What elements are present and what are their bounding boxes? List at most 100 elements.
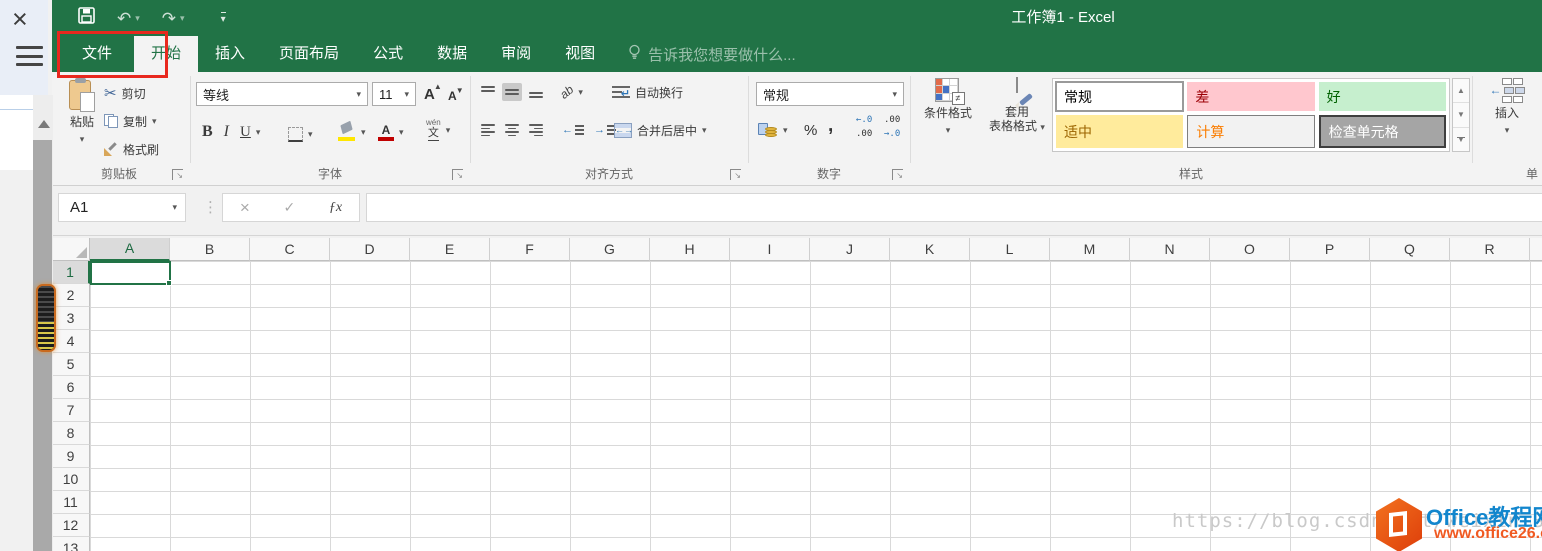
tab-审阅[interactable]: 审阅 bbox=[484, 36, 548, 72]
paste-dropdown-icon[interactable]: ▾ bbox=[80, 132, 85, 146]
row-header-5[interactable]: 5 bbox=[52, 353, 90, 376]
percent-style-button[interactable]: % bbox=[804, 118, 817, 142]
customize-qat-icon[interactable]: ▾ bbox=[220, 11, 226, 25]
column-header-A[interactable]: A bbox=[90, 238, 170, 261]
row-header-11[interactable]: 11 bbox=[52, 491, 90, 514]
orientation-button[interactable]: ab ▾ bbox=[557, 80, 583, 104]
comma-style-button[interactable]: , bbox=[828, 114, 833, 138]
tab-页面布局[interactable]: 页面布局 bbox=[262, 36, 356, 72]
cell-style-常规[interactable]: 常规 bbox=[1054, 81, 1185, 112]
fill-color-dropdown-icon[interactable]: ▾ bbox=[361, 127, 366, 138]
column-header-E[interactable]: E bbox=[410, 238, 490, 261]
row-header-4[interactable]: 4 bbox=[52, 330, 90, 353]
column-header-J[interactable]: J bbox=[810, 238, 890, 261]
row-header-3[interactable]: 3 bbox=[52, 307, 90, 330]
row-header-1[interactable]: 1 bbox=[52, 261, 90, 284]
increase-indent-icon[interactable]: → bbox=[594, 124, 616, 136]
formula-bar-drag-handle[interactable]: ⋮ bbox=[203, 198, 218, 216]
copy-dropdown-icon[interactable]: ▾ bbox=[152, 116, 157, 127]
column-header-L[interactable]: L bbox=[970, 238, 1050, 261]
format-as-table-dropdown-icon[interactable]: ▾ bbox=[1040, 122, 1045, 132]
shrink-font-button[interactable]: A ▼ bbox=[448, 84, 464, 108]
format-as-table-button[interactable]: 套用 表格格式 ▾ bbox=[984, 77, 1050, 174]
name-box-dropdown-icon[interactable]: ▾ bbox=[172, 202, 177, 213]
gallery-up-icon[interactable]: ▲ bbox=[1453, 79, 1469, 104]
conditional-formatting-dropdown-icon[interactable]: ▾ bbox=[946, 123, 951, 137]
underline-button[interactable]: U bbox=[240, 124, 251, 141]
number-format-dropdown-icon[interactable]: ▾ bbox=[892, 89, 897, 100]
cancel-icon[interactable]: × bbox=[240, 198, 250, 218]
row-header-13[interactable]: 13 bbox=[52, 537, 90, 551]
tab-插入[interactable]: 插入 bbox=[198, 36, 262, 72]
tab-公式[interactable]: 公式 bbox=[356, 36, 420, 72]
redo-button[interactable]: ↷ ▾ bbox=[162, 10, 185, 27]
redo-dropdown-icon[interactable]: ▾ bbox=[180, 13, 185, 24]
copy-button[interactable]: 复制 ▾ bbox=[104, 109, 157, 133]
cell-style-计算[interactable]: 计算 bbox=[1187, 115, 1315, 148]
cell-style-适中[interactable]: 适中 bbox=[1056, 115, 1184, 148]
column-header-H[interactable]: H bbox=[650, 238, 730, 261]
cut-button[interactable]: ✂ 剪切 bbox=[104, 81, 146, 105]
alignment-dialog-launcher-icon[interactable]: ↘ bbox=[730, 169, 741, 180]
align-middle-icon[interactable] bbox=[502, 83, 522, 101]
column-header-B[interactable]: B bbox=[170, 238, 250, 261]
gallery-more-icon[interactable]: ▼ bbox=[1453, 128, 1469, 151]
column-header-G[interactable]: G bbox=[570, 238, 650, 261]
insert-dropdown-icon[interactable]: ▾ bbox=[1505, 123, 1510, 137]
align-right-icon[interactable] bbox=[526, 121, 546, 139]
row-header-10[interactable]: 10 bbox=[52, 468, 90, 491]
row-header-8[interactable]: 8 bbox=[52, 422, 90, 445]
bold-button[interactable]: B bbox=[202, 123, 213, 141]
font-size-dropdown-icon[interactable]: ▾ bbox=[404, 89, 409, 100]
save-icon[interactable] bbox=[78, 7, 95, 29]
cell-style-好[interactable]: 好 bbox=[1318, 82, 1446, 111]
grow-font-button[interactable]: A ▲ bbox=[424, 82, 442, 106]
column-header-D[interactable]: D bbox=[330, 238, 410, 261]
row-header-2[interactable]: 2 bbox=[52, 284, 90, 307]
align-bottom-icon[interactable] bbox=[526, 83, 546, 101]
phonetic-button[interactable]: wén 文 ▾ bbox=[426, 118, 450, 142]
row-header-9[interactable]: 9 bbox=[52, 445, 90, 468]
fill-color-button[interactable]: ▾ bbox=[338, 120, 366, 144]
row-header-12[interactable]: 12 bbox=[52, 514, 90, 537]
increase-decimal-button[interactable]: ←.0.00 bbox=[856, 116, 872, 140]
undo-button[interactable]: ↶ ▾ bbox=[117, 10, 140, 27]
column-header-P[interactable]: P bbox=[1290, 238, 1370, 261]
align-top-icon[interactable] bbox=[478, 83, 498, 101]
clipboard-dialog-launcher-icon[interactable]: ↘ bbox=[172, 169, 183, 180]
insert-cells-button[interactable]: ← 插入 ▾ bbox=[1480, 78, 1534, 174]
merge-center-dropdown-icon[interactable]: ▾ bbox=[702, 125, 707, 136]
wrap-text-button[interactable]: ↵ 自动换行 bbox=[612, 80, 683, 104]
align-center-icon[interactable] bbox=[502, 121, 522, 139]
column-header-F[interactable]: F bbox=[490, 238, 570, 261]
column-header-I[interactable]: I bbox=[730, 238, 810, 261]
tab-数据[interactable]: 数据 bbox=[420, 36, 484, 72]
decrease-decimal-button[interactable]: .00 →.0 bbox=[884, 116, 900, 140]
column-header-O[interactable]: O bbox=[1210, 238, 1290, 261]
cell-style-差[interactable]: 差 bbox=[1187, 82, 1315, 111]
underline-dropdown-icon[interactable]: ▾ bbox=[256, 127, 261, 138]
active-cell-selection[interactable] bbox=[90, 261, 171, 285]
font-size-combo[interactable]: 11 ▾ bbox=[372, 82, 416, 106]
decrease-indent-icon[interactable]: ← bbox=[562, 124, 584, 136]
paste-button[interactable]: 粘贴 ▾ bbox=[60, 78, 104, 174]
format-painter-button[interactable]: 格式刷 bbox=[104, 137, 159, 161]
font-name-combo[interactable]: 等线 ▾ bbox=[196, 82, 368, 106]
name-box[interactable]: A1 ▾ bbox=[58, 193, 186, 222]
enter-icon[interactable]: ✓ bbox=[283, 199, 295, 216]
merge-center-button[interactable]: ←→ 合并后居中 ▾ bbox=[614, 118, 707, 142]
row-header-6[interactable]: 6 bbox=[52, 376, 90, 399]
undo-dropdown-icon[interactable]: ▾ bbox=[135, 13, 140, 24]
close-icon[interactable]: × bbox=[12, 4, 28, 35]
column-header-N[interactable]: N bbox=[1130, 238, 1210, 261]
orientation-dropdown-icon[interactable]: ▾ bbox=[578, 87, 583, 98]
column-header-M[interactable]: M bbox=[1050, 238, 1130, 261]
accounting-dropdown-icon[interactable]: ▾ bbox=[783, 125, 788, 136]
tab-视图[interactable]: 视图 bbox=[548, 36, 612, 72]
formula-input[interactable] bbox=[366, 193, 1542, 222]
select-all-button[interactable] bbox=[52, 238, 90, 261]
font-color-dropdown-icon[interactable]: ▾ bbox=[399, 127, 404, 138]
insert-function-icon[interactable]: ƒx bbox=[329, 200, 342, 216]
font-color-button[interactable]: A ▾ bbox=[378, 120, 404, 144]
menu-icon[interactable] bbox=[16, 46, 43, 66]
